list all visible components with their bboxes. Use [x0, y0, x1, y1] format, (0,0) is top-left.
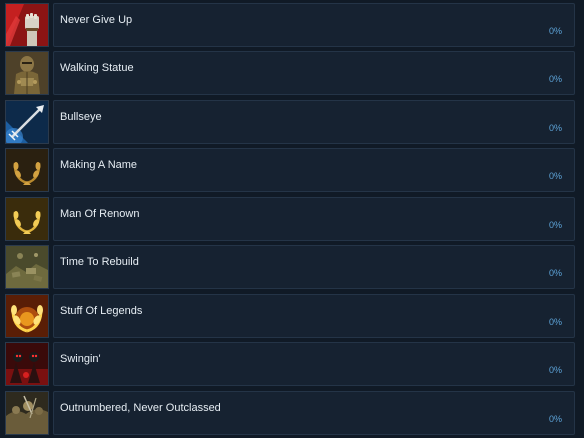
achievement-percent: 0%	[548, 268, 562, 278]
achievement-title: Stuff Of Legends	[60, 305, 143, 317]
achievement-percent: 0%	[548, 74, 562, 84]
achievement-row[interactable]: Man Of Renown 0%	[0, 197, 584, 241]
achievement-row[interactable]: Making A Name 0%	[0, 148, 584, 192]
achievement-title: Swingin'	[60, 353, 101, 365]
achievement-row[interactable]: Never Give Up 0%	[0, 3, 584, 47]
achievement-card[interactable]: Never Give Up 0%	[53, 3, 575, 47]
bronze-laurel-icon	[5, 148, 49, 192]
achievement-percent: 0%	[548, 414, 562, 424]
silver-laurel-icon	[5, 197, 49, 241]
achievement-percent: 0%	[548, 123, 562, 133]
achievement-card[interactable]: Outnumbered, Never Outclassed 0%	[53, 391, 575, 435]
achievement-card[interactable]: Time To Rebuild 0%	[53, 245, 575, 289]
achievement-title: Time To Rebuild	[60, 256, 139, 268]
achievement-card[interactable]: Walking Statue 0%	[53, 51, 575, 95]
achievement-list: Never Give Up 0% Walking Statue 0% Bulls…	[0, 0, 584, 438]
achievement-row[interactable]: Stuff Of Legends 0%	[0, 294, 584, 338]
achievement-percent: 0%	[548, 171, 562, 181]
raised-fist-icon	[5, 3, 49, 47]
achievement-percent: 0%	[548, 26, 562, 36]
achievement-title: Outnumbered, Never Outclassed	[60, 402, 221, 414]
achievement-percent: 0%	[548, 220, 562, 230]
achievement-title: Never Give Up	[60, 14, 133, 26]
achievement-title: Walking Statue	[60, 62, 134, 74]
achievement-card[interactable]: Swingin' 0%	[53, 342, 575, 386]
achievement-row[interactable]: Time To Rebuild 0%	[0, 245, 584, 289]
achievement-card[interactable]: Making A Name 0%	[53, 148, 575, 192]
achievement-card[interactable]: Stuff Of Legends 0%	[53, 294, 575, 338]
achievement-percent: 0%	[548, 317, 562, 327]
achievement-card[interactable]: Man Of Renown 0%	[53, 197, 575, 241]
rubble-icon	[5, 245, 49, 289]
achievement-card[interactable]: Bullseye 0%	[53, 100, 575, 144]
battle-crowd-icon	[5, 391, 49, 435]
achievement-row[interactable]: Swingin' 0%	[0, 342, 584, 386]
swinging-warriors-icon	[5, 342, 49, 386]
achievement-title: Bullseye	[60, 111, 102, 123]
achievement-title: Man Of Renown	[60, 208, 140, 220]
achievement-row[interactable]: Outnumbered, Never Outclassed 0%	[0, 391, 584, 435]
armored-knight-icon	[5, 51, 49, 95]
achievement-row[interactable]: Bullseye 0%	[0, 100, 584, 144]
arrow-icon	[5, 100, 49, 144]
achievement-title: Making A Name	[60, 159, 138, 171]
achievement-percent: 0%	[548, 365, 562, 375]
gold-laurel-icon	[5, 294, 49, 338]
achievement-row[interactable]: Walking Statue 0%	[0, 51, 584, 95]
